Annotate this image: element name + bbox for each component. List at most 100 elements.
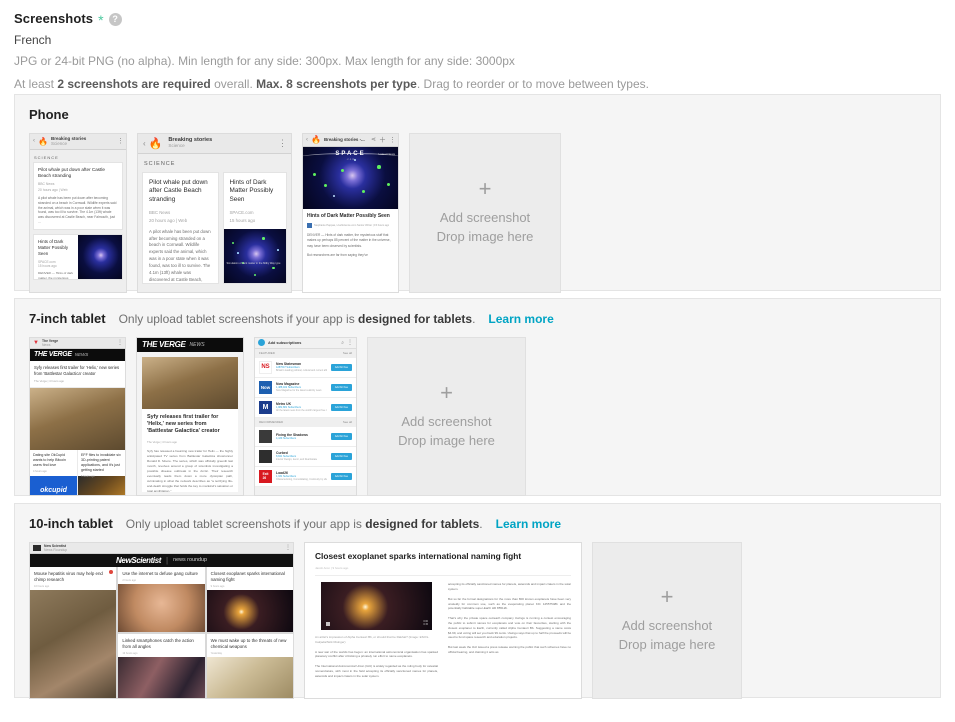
verge-masthead: THE VERGE NEWS [137,338,243,352]
article-sheet: Syfy releases first trailer for 'Helix,'… [142,357,238,492]
add-for-free-button[interactable]: Add for free [331,384,352,391]
drop-image-label: Drop image here [437,228,534,247]
article-paragraph: The International Astronomical Union (IA… [315,664,438,678]
article-columns: Pilot whale put down after Castle Beach … [142,172,287,284]
add-screenshot-label: Add screenshot [622,617,712,636]
article-headline: Linked smartphones catch the action from… [122,638,200,650]
article-cell[interactable]: Linked smartphones catch the action from… [118,634,204,699]
screenshot-thumb-phone-2[interactable]: ‹ 🔥 Breaking stories Science ⋮ SCIENCE P… [137,133,292,293]
app-bar-text: The Verge News [42,339,114,347]
subscription-row[interactable]: Curbed 8,841 Subscribers Interior Design… [255,447,356,467]
publisher-logo [259,450,272,463]
overflow-menu-icon[interactable]: ⋮ [347,339,353,346]
app-bar-subtitle: News Roundup [44,548,67,552]
article-cell[interactable]: Mouse hepatitis virus may help end chimp… [30,567,116,699]
app-bar: Add subscriptions ⌕ ⋮ [255,338,356,349]
article-text: Linked smartphones catch the action from… [118,634,204,657]
req-prefix: At least [14,77,57,91]
article-body: A pilot whale has been put down after be… [149,229,212,284]
section-tablet7-title: 7-inch tablet [29,311,106,326]
subscription-row[interactable]: Now Now Magazine 1,488,402 Subscribers N… [255,378,356,398]
article-image [118,657,204,699]
screenshot-thumb-phone-3[interactable]: ‹ 🔥 Breaking stories -... ⋖ ＋ ⋮ SPACE .c… [302,133,399,293]
category-label: SCIENCE [33,153,123,162]
article-paragraph: But last week the IAU issued a press rel… [448,645,571,655]
subscription-row[interactable]: M Metro UK 1,982,881 Subscribers All the… [255,398,356,418]
req-suffix: . Drag to reorder or to move between typ… [417,77,649,91]
add-for-free-button[interactable]: Add for free [331,433,352,440]
flame-icon: 🔥 [311,135,321,144]
app-bar: ‹ 🔥 Breaking stories Science ⋮ [30,134,126,150]
section-tablet7-note: Only upload tablet screenshots if your a… [119,312,476,326]
article-meta: 15 hours ago [230,218,281,223]
screenshot-thumb-tablet7-3[interactable]: Add subscriptions ⌕ ⋮ FEATURED See all N… [254,337,357,496]
subscription-row[interactable]: NS New Statesman 1287647 Subscribers Bri… [255,358,356,378]
shot-body: SCIENCE Pilot whale put down after Castl… [30,150,126,293]
learn-more-link-tablet10[interactable]: Learn more [496,517,561,531]
screenshot-thumb-phone-1[interactable]: ‹ 🔥 Breaking stories Science ⋮ SCIENCE P… [29,133,127,293]
title-row: Screenshots * ? [14,11,955,26]
app-bar-subtitle: Science [51,141,67,146]
language-label: French [14,33,955,47]
help-icon[interactable]: ? [109,13,122,26]
article-meta: 20 hours ago | Web [38,188,118,192]
add-screenshot-tablet7[interactable]: + Add screenshot Drop image here [367,337,526,496]
publisher-meta: Curbed 8,841 Subscribers Interior Design… [276,451,327,461]
app-bar: ‹ 🔥 Breaking stories -... ⋖ ＋ ⋮ [303,134,398,147]
article-meta: Yesterday [211,652,289,655]
article-text: Closest exoplanet sparks international n… [207,567,293,590]
article-image: Simulation of dark matter in the Milky W… [224,229,287,283]
add-screenshot-label: Add screenshot [440,209,530,228]
article-headline: Pilot whale put down after Castle Beach … [38,167,118,179]
article-hero-image: SPACE .com Latest News [303,147,398,209]
article-headline: We must wake up to the threats of new ch… [211,638,289,650]
article-paragraph: But so far the formal designations for t… [448,597,571,611]
publisher-meta: New Statesman 1287647 Subscribers Britai… [276,362,327,372]
subscription-row[interactable]: Exit26 Load26 1,331 Subscribers Characte… [255,467,356,487]
add-for-free-button[interactable]: Add for free [331,364,352,371]
search-icon[interactable]: ⌕ [341,340,344,346]
screenshot-thumb-tablet10-2[interactable]: Closest exoplanet sparks international n… [304,542,582,699]
author-avatar [307,223,312,228]
add-screenshot-tablet10[interactable]: + Add screenshot Drop image here [592,542,742,699]
app-icon [33,545,41,551]
publisher-meta: Load26 1,331 Subscribers Characteristing… [276,471,327,481]
article-cell[interactable]: Closest exoplanet sparks international n… [207,567,293,633]
publisher-meta: Fixing the Shadows 4,439 Subscribers [276,433,327,440]
add-screenshot-phone[interactable]: + Add screenshot Drop image here [409,133,561,293]
section-label: FEATURED [259,351,275,355]
add-for-free-button[interactable]: Add for free [331,473,352,480]
article-headline: EFF files to invalidate six 3D-printing … [81,453,122,473]
section-tablet10-note: Only upload tablet screenshots if your a… [126,517,483,531]
newscientist-masthead: NewScientist | news roundup [30,554,293,567]
drop-image-label: Drop image here [398,432,495,451]
add-for-free-button[interactable]: Add for free [331,404,352,411]
play-icon[interactable] [326,622,330,626]
see-all-link[interactable]: See all [343,351,352,355]
required-asterisk: * [98,13,103,27]
app-icon [258,339,265,346]
lead-article: Syfy releases first trailer for 'Helix,'… [30,361,125,388]
article-source: SPACE.com [230,210,281,215]
publisher-logo: Now [259,381,272,394]
article-paragraph: A new war of the worlds has begun: an in… [315,650,438,660]
screenshot-thumb-tablet7-1[interactable]: ▼ The Verge News ⋮ THE VERGE NEWS Syfy r… [29,337,126,496]
article-cell[interactable]: Use the internet to defuse gang culture … [118,567,204,633]
app-bar-text: Breaking stories Science [51,136,114,146]
add-for-free-button[interactable]: Add for free [331,453,352,460]
screenshot-thumb-tablet10-1[interactable]: New Scientist News Roundup ⋮ NewScientis… [29,542,294,699]
add-icon: ＋ [379,135,386,145]
learn-more-link-tablet7[interactable]: Learn more [488,312,553,326]
note-suffix: . [472,312,475,326]
subscription-row[interactable]: Fixing the Shadows 4,439 Subscribers Add… [255,427,356,447]
byline-row: Stephanie Pappas, LiveScience.com Senior… [307,223,394,228]
article-headline: Closest exoplanet sparks international n… [211,571,289,583]
shot-body: SCIENCE Pilot whale put down after Castl… [138,154,291,293]
article-meta: 2 hours ago [122,579,200,582]
screenshot-thumb-tablet7-2[interactable]: THE VERGE NEWS Syfy releases first trail… [136,337,244,496]
overflow-menu-icon: ⋮ [278,138,286,149]
article-cell[interactable]: We must wake up to the threats of new ch… [207,634,293,699]
overflow-menu-icon: ⋮ [285,544,290,551]
see-all-link[interactable]: See all [343,420,352,424]
publisher-meta: Metro UK 1,982,881 Subscribers All the l… [276,402,327,412]
